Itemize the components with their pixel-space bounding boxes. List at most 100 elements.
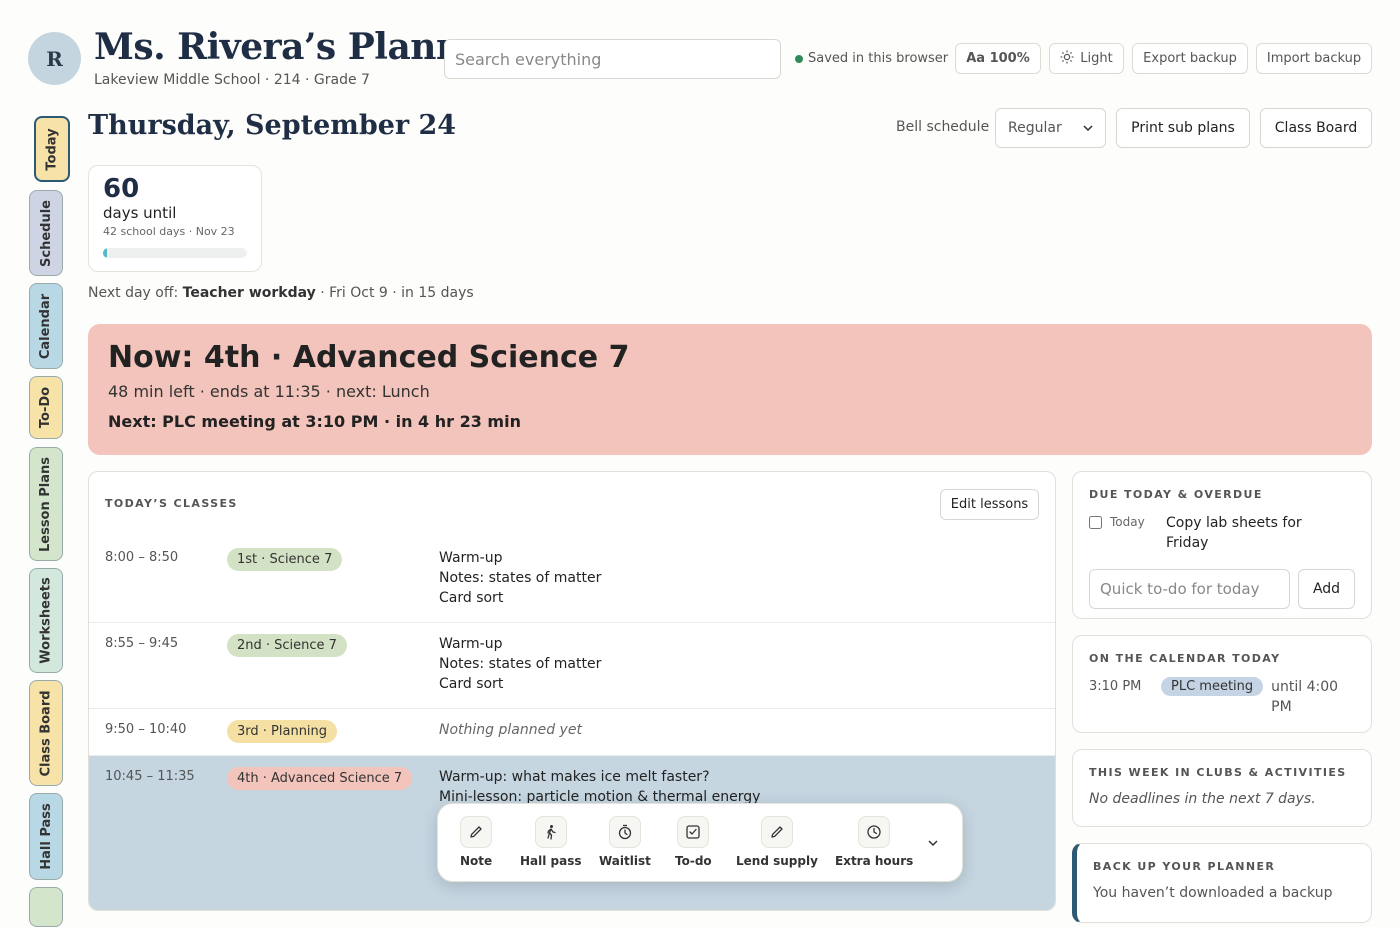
waitlist-action-button[interactable]: Waitlist [599, 816, 651, 868]
action-label: Hall pass [520, 854, 582, 868]
theme-toggle-button[interactable]: Light [1049, 43, 1124, 74]
todo-checkbox[interactable] [1089, 516, 1102, 529]
hall-pass-action-button[interactable]: Hall pass [520, 816, 582, 868]
now-next: Next: PLC meeting at 3:10 PM · in 4 hr 2… [108, 412, 521, 431]
bell-schedule-label: Bell schedule [896, 119, 990, 135]
countdown-progress-bar [103, 248, 247, 258]
event-time: 3:10 PM [1089, 679, 1142, 694]
countdown-progress-fill [103, 248, 108, 258]
stopwatch-icon [608, 816, 641, 848]
walking-person-icon [534, 816, 567, 848]
bell-schedule-value: Regular [1008, 120, 1062, 136]
more-actions-chevron-icon[interactable] [928, 836, 938, 851]
font-size-label: Aa 100% [966, 51, 1030, 66]
pencil-icon [760, 816, 793, 848]
section-title: THIS WEEK IN CLUBS & ACTIVITIES [1089, 766, 1347, 779]
note-action-button[interactable]: Note [460, 816, 492, 868]
tab-todo[interactable]: To-Do [29, 376, 63, 439]
class-row[interactable]: 8:55 – 9:45 2nd · Science 7 Warm-up Note… [89, 622, 1055, 708]
clubs-card: THIS WEEK IN CLUBS & ACTIVITIES No deadl… [1072, 749, 1372, 827]
event-badge: PLC meeting [1161, 677, 1264, 696]
print-sub-plans-button[interactable]: Print sub plans [1116, 108, 1250, 148]
action-label: Waitlist [599, 854, 651, 868]
class-time: 10:45 – 11:35 [105, 769, 195, 784]
day-off-suffix: · Fri Oct 9 · in 15 days [320, 285, 474, 301]
add-todo-button[interactable]: Add [1298, 569, 1355, 609]
pencil-icon [460, 816, 493, 848]
extra-hours-action-button[interactable]: Extra hours [835, 816, 913, 868]
bell-schedule-select[interactable]: Regular [995, 108, 1106, 148]
calendar-today-card: ON THE CALENDAR TODAY 3:10 PM PLC meetin… [1072, 635, 1372, 733]
clubs-note: No deadlines in the next 7 days. [1089, 791, 1316, 807]
section-title: DUE TODAY & OVERDUE [1089, 488, 1263, 501]
lend-supply-action-button[interactable]: Lend supply [736, 816, 818, 868]
avatar: R [28, 32, 81, 85]
class-row[interactable]: 8:00 – 8:50 1st · Science 7 Warm-up Note… [89, 537, 1055, 623]
lesson-line: Warm-up: what makes ice melt faster? [439, 769, 710, 785]
edit-lessons-label: Edit lessons [950, 497, 1029, 512]
tab-worksheets[interactable]: Worksheets [29, 568, 63, 673]
section-title: TODAY’S CLASSES [105, 497, 238, 510]
lesson-line: Warm-up [439, 550, 503, 566]
tab-label: Hall Pass [38, 803, 54, 870]
tab-label: Today [44, 127, 60, 171]
period-badge: 4th · Advanced Science 7 [227, 767, 413, 790]
tab-label: Schedule [38, 199, 54, 267]
quick-todo-input[interactable] [1089, 569, 1290, 609]
countdown-card: 60 days until 42 school days · Nov 23 [88, 165, 262, 272]
event-until: until 4:00 PM [1271, 679, 1339, 715]
sun-icon [1060, 50, 1074, 68]
class-time: 8:55 – 9:45 [105, 636, 179, 651]
lesson-line: Card sort [439, 676, 504, 692]
saved-status-text: Saved in this browser [808, 51, 949, 66]
print-label: Print sub plans [1131, 120, 1235, 136]
day-off-prefix: Next day off: [88, 285, 179, 301]
backup-text: You haven’t downloaded a backup [1093, 885, 1333, 901]
action-label: Note [460, 854, 493, 868]
now-title: Now: 4th · Advanced Science 7 [108, 340, 630, 375]
calendar-event[interactable]: 3:10 PM PLC meeting until 4:00 PM [1089, 677, 1355, 717]
tab-class-board[interactable]: Class Board [29, 680, 63, 786]
tab-more[interactable] [29, 887, 63, 927]
theme-label: Light [1080, 51, 1113, 66]
section-title: ON THE CALENDAR TODAY [1089, 652, 1281, 665]
page-title: Thursday, September 24 [88, 110, 457, 141]
lesson-line: Warm-up [439, 636, 503, 652]
tab-today[interactable]: Today [34, 116, 70, 182]
due-today-card: DUE TODAY & OVERDUE Today Copy lab sheet… [1072, 471, 1372, 619]
status-dot-icon [795, 54, 803, 63]
tab-calendar[interactable]: Calendar [29, 283, 63, 369]
tab-label: Calendar [38, 293, 54, 359]
import-backup-button[interactable]: Import backup [1256, 43, 1372, 74]
clock-icon [858, 816, 891, 848]
export-backup-button[interactable]: Export backup [1132, 43, 1248, 74]
todo-item: Today Copy lab sheets for Friday [1089, 513, 1355, 553]
todo-action-button[interactable]: To-do [675, 816, 712, 868]
class-row[interactable]: 9:50 – 10:40 3rd · Planning Nothing plan… [89, 708, 1055, 755]
backup-card: BACK UP YOUR PLANNER You haven’t downloa… [1072, 843, 1372, 923]
add-label: Add [1312, 581, 1341, 597]
countdown-label: days until [103, 204, 177, 222]
tab-hall-pass[interactable]: Hall Pass [29, 793, 63, 880]
tab-label: Class Board [38, 689, 54, 777]
search-input[interactable] [444, 39, 781, 79]
countdown-detail: 42 school days · Nov 23 [103, 225, 235, 238]
edit-lessons-button[interactable]: Edit lessons [940, 489, 1039, 520]
font-size-button[interactable]: Aa 100% [955, 43, 1041, 74]
tab-label: Worksheets [38, 577, 54, 664]
action-label: Lend supply [736, 854, 818, 868]
import-label: Import backup [1266, 51, 1362, 66]
class-board-button[interactable]: Class Board [1260, 108, 1372, 148]
chevron-down-icon [1083, 120, 1093, 136]
action-label: To-do [675, 854, 712, 868]
lesson-line: Nothing planned yet [439, 722, 582, 738]
todo-due: Today [1110, 515, 1145, 529]
action-label: Extra hours [835, 854, 914, 868]
tab-lesson-plans[interactable]: Lesson Plans [29, 447, 63, 561]
app-title: Ms. Rivera’s Planner [94, 26, 503, 68]
saved-status: Saved in this browser [795, 51, 948, 66]
lesson-line: Card sort [439, 590, 504, 606]
tab-label: To-Do [38, 386, 54, 429]
tab-schedule[interactable]: Schedule [29, 190, 63, 276]
lesson-line: Notes: states of matter [439, 570, 602, 586]
